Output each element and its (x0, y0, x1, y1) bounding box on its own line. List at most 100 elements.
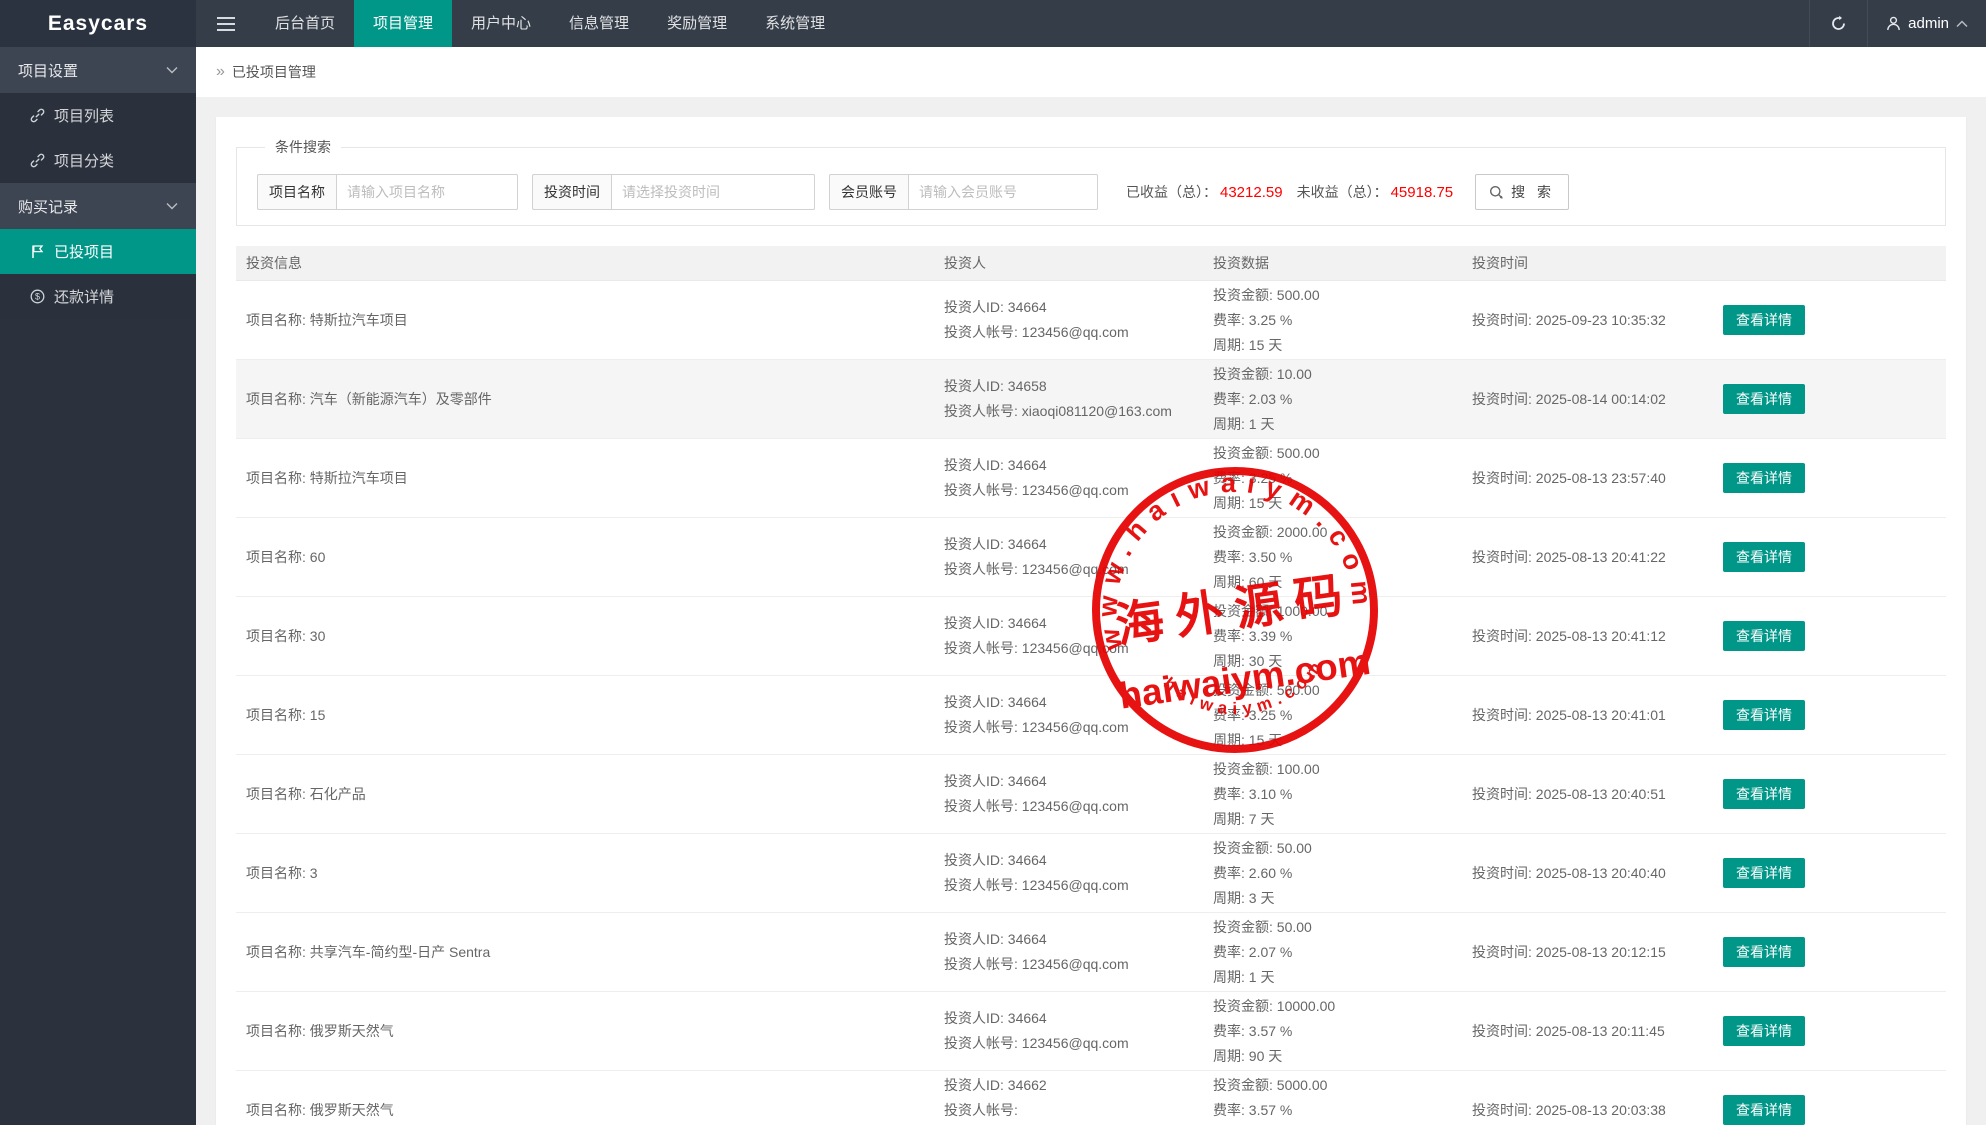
unearned-total: 未收益（总）： 45918.75 (1297, 182, 1454, 202)
unearned-total-value: 45918.75 (1391, 184, 1454, 201)
invest-time: 投资时间: 2025-08-13 20:41:12 (1472, 628, 1666, 644)
invest-amount: 投资金额: 5000.00 (1213, 1073, 1452, 1098)
sidebar-group-purchase-records[interactable]: 购买记录 (0, 183, 196, 229)
view-detail-button[interactable]: 查看详情 (1723, 937, 1805, 967)
sidebar-item-label: 还款详情 (54, 286, 114, 307)
project-name: 项目名称: 石化产品 (246, 786, 366, 802)
view-detail-button[interactable]: 查看详情 (1723, 1095, 1805, 1125)
invest-time: 投资时间: 2025-08-13 20:41:01 (1472, 707, 1666, 723)
username: admin (1908, 15, 1949, 32)
sidebar-item-project-list[interactable]: 项目列表 (0, 93, 196, 138)
project-name: 项目名称: 俄罗斯天然气 (246, 1023, 394, 1039)
invest-time-input[interactable] (611, 174, 815, 210)
project-name: 项目名称: 15 (246, 707, 325, 723)
sidebar-group-label: 购买记录 (18, 196, 78, 217)
invest-amount: 投资金额: 2000.00 (1213, 520, 1452, 545)
nav-item-project-management[interactable]: 项目管理 (354, 0, 452, 47)
invest-time: 投资时间: 2025-08-13 20:03:38 (1472, 1102, 1666, 1118)
view-detail-button[interactable]: 查看详情 (1723, 621, 1805, 651)
project-name: 项目名称: 60 (246, 549, 325, 565)
nav-item-system-management[interactable]: 系统管理 (746, 0, 844, 47)
view-detail-button[interactable]: 查看详情 (1723, 779, 1805, 809)
sidebar-item-invested-projects[interactable]: 已投项目 (0, 229, 196, 274)
user-menu[interactable]: admin (1867, 0, 1986, 47)
top-navbar: Easycars 后台首页 项目管理 用户中心 信息管理 奖励管理 系统管理 (0, 0, 1986, 47)
view-detail-button[interactable]: 查看详情 (1723, 305, 1805, 335)
invest-time: 投资时间: 2025-08-13 20:11:45 (1472, 1023, 1665, 1039)
view-detail-button[interactable]: 查看详情 (1723, 384, 1805, 414)
top-menu: 后台首页 项目管理 用户中心 信息管理 奖励管理 系统管理 (256, 0, 844, 47)
invest-amount: 投资金额: 50.00 (1213, 836, 1452, 861)
sidebar-item-project-category[interactable]: 项目分类 (0, 138, 196, 183)
table-row: 项目名称: 30 投资人ID: 34664 投资人帐号: 123456@qq.c… (236, 597, 1946, 676)
member-account-input[interactable] (908, 174, 1098, 210)
investor-account: 投资人帐号: y0mhaw119@swagpapa.com (944, 1098, 1193, 1125)
admin-app: Easycars 后台首页 项目管理 用户中心 信息管理 奖励管理 系统管理 (0, 0, 1986, 1125)
refresh-button[interactable] (1809, 0, 1867, 47)
invest-period: 周期: 1 天 (1213, 965, 1452, 990)
sidebar-item-repayment-details[interactable]: $ 还款详情 (0, 274, 196, 319)
view-detail-button[interactable]: 查看详情 (1723, 542, 1805, 572)
invest-time: 投资时间: 2025-08-13 20:12:15 (1472, 944, 1666, 960)
investor-id: 投资人ID: 34664 (944, 611, 1193, 636)
nav-item-dashboard[interactable]: 后台首页 (256, 0, 354, 47)
invest-time: 投资时间: 2025-08-13 20:40:40 (1472, 865, 1666, 881)
search-form: 项目名称 投资时间 会员账号 已收益（总）： 43212.59 (257, 174, 1925, 210)
earned-total-label: 已收益（总）： (1126, 182, 1217, 202)
invest-amount: 投资金额: 10.00 (1213, 362, 1452, 387)
invested-projects-table: 投资信息 投资人 投资数据 投资时间 项目名称: 特斯拉汽车项目 投资人ID: … (236, 246, 1946, 1125)
chevron-down-icon (166, 66, 178, 74)
view-detail-button[interactable]: 查看详情 (1723, 463, 1805, 493)
col-header-invest-data: 投资数据 (1203, 246, 1462, 281)
nav-item-user-center[interactable]: 用户中心 (452, 0, 550, 47)
table-header-row: 投资信息 投资人 投资数据 投资时间 (236, 246, 1946, 281)
sidebar-group-label: 项目设置 (18, 60, 78, 81)
link-icon (30, 153, 45, 168)
investor-account: 投资人帐号: xiaoqi081120@163.com (944, 399, 1193, 424)
main-content: » 已投项目管理 条件搜索 项目名称 投资时间 会员账号 (196, 47, 1986, 1125)
col-header-investor: 投资人 (934, 246, 1203, 281)
view-detail-button[interactable]: 查看详情 (1723, 858, 1805, 888)
view-detail-button[interactable]: 查看详情 (1723, 700, 1805, 730)
search-button[interactable]: 搜 索 (1475, 174, 1569, 210)
sidebar-item-label: 项目分类 (54, 150, 114, 171)
col-header-invest-info: 投资信息 (236, 246, 934, 281)
invest-period: 周期: 60 天 (1213, 570, 1452, 595)
sidebar-group-project-settings[interactable]: 项目设置 (0, 47, 196, 93)
invest-amount: 投资金额: 500.00 (1213, 283, 1452, 308)
project-name-field-group: 项目名称 (257, 174, 518, 210)
investor-id: 投资人ID: 34658 (944, 374, 1193, 399)
table-row: 项目名称: 60 投资人ID: 34664 投资人帐号: 123456@qq.c… (236, 518, 1946, 597)
view-detail-button[interactable]: 查看详情 (1723, 1016, 1805, 1046)
investor-account: 投资人帐号: 123456@qq.com (944, 794, 1193, 819)
nav-item-reward-management[interactable]: 奖励管理 (648, 0, 746, 47)
invest-time: 投资时间: 2025-09-23 10:35:32 (1472, 312, 1666, 328)
menu-toggle-button[interactable] (196, 0, 256, 47)
refresh-icon (1830, 15, 1847, 32)
invest-period: 周期: 7 天 (1213, 807, 1452, 832)
nav-item-info-management[interactable]: 信息管理 (550, 0, 648, 47)
invest-amount: 投资金额: 1000.00 (1213, 599, 1452, 624)
invest-time: 投资时间: 2025-08-14 00:14:02 (1472, 391, 1666, 407)
project-name-input[interactable] (336, 174, 518, 210)
project-name: 项目名称: 俄罗斯天然气 (246, 1102, 394, 1118)
investor-account: 投资人帐号: 123456@qq.com (944, 873, 1193, 898)
unearned-total-label: 未收益（总）： (1297, 182, 1388, 202)
investor-id: 投资人ID: 34664 (944, 769, 1193, 794)
investor-id: 投资人ID: 34662 (944, 1073, 1193, 1098)
table-row: 项目名称: 石化产品 投资人ID: 34664 投资人帐号: 123456@qq… (236, 755, 1946, 834)
member-account-label: 会员账号 (829, 174, 908, 210)
investor-id: 投资人ID: 34664 (944, 295, 1193, 320)
table-row: 项目名称: 15 投资人ID: 34664 投资人帐号: 123456@qq.c… (236, 676, 1946, 755)
earned-total-value: 43212.59 (1220, 184, 1283, 201)
invest-rate: 费率: 3.25 % (1213, 308, 1452, 333)
project-name: 项目名称: 3 (246, 865, 318, 881)
app-logo: Easycars (0, 0, 196, 47)
invest-period: 周期: 3 天 (1213, 886, 1452, 911)
invest-rate: 费率: 3.25 % (1213, 466, 1452, 491)
invest-period: 周期: 15 天 (1213, 333, 1452, 358)
project-name: 项目名称: 汽车（新能源汽车）及零部件 (246, 391, 492, 407)
search-legend: 条件搜索 (265, 137, 341, 157)
earned-total: 已收益（总）： 43212.59 (1126, 182, 1283, 202)
invest-rate: 费率: 3.57 % (1213, 1098, 1452, 1123)
